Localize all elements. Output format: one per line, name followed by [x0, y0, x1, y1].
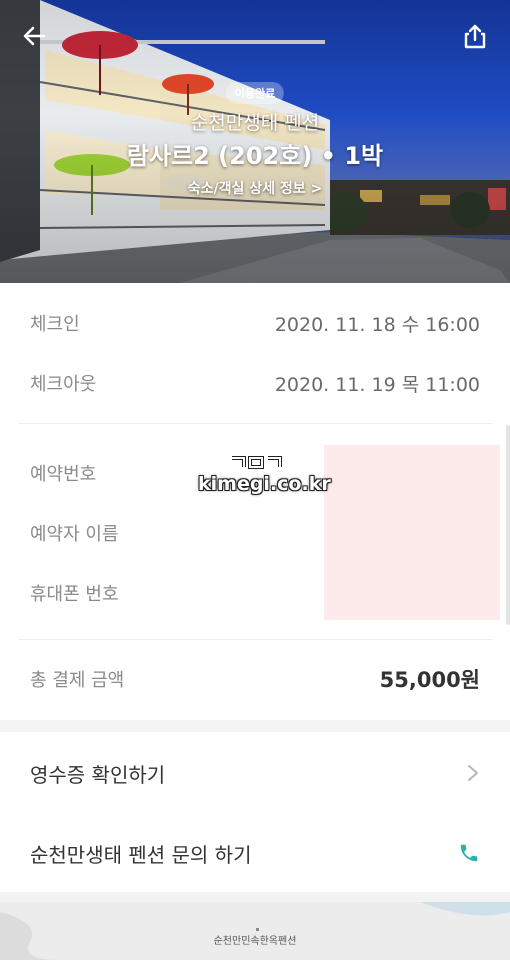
- reservation-number-label: 예약번호: [30, 464, 97, 485]
- status-badge: 이용완료: [225, 82, 285, 104]
- receipt-button[interactable]: 영수증 확인하기: [30, 748, 480, 798]
- arrow-left-icon: [23, 26, 46, 46]
- hero-header: 이용완료 순천만생태 펜션 람사르2 (202호) • 1박 숙소/객실 상세 …: [0, 0, 510, 283]
- map-canvas: [0, 902, 510, 960]
- back-button[interactable]: [18, 20, 52, 54]
- booking-info-card: 체크인 2020. 11. 18 수 16:00 체크아웃 2020. 11. …: [0, 283, 510, 720]
- location-map[interactable]: 순천만민속한옥펜션: [0, 902, 510, 960]
- total-payment-row: 총 결제 금액 55,000원: [30, 659, 480, 699]
- redacted-values: [324, 445, 500, 620]
- checkin-label: 체크인: [30, 314, 80, 335]
- inquiry-label: 순천만생태 펜션 문의 하기: [30, 842, 252, 867]
- room-name: 람사르2 (202호) • 1박: [126, 142, 384, 170]
- checkout-value: 2020. 11. 19 목 11:00: [274, 373, 480, 396]
- phone-icon: [460, 844, 478, 862]
- checkin-value: 2020. 11. 18 수 16:00: [274, 313, 480, 336]
- detail-info-link[interactable]: 숙소/객실 상세 정보 >: [0, 178, 510, 198]
- divider: [18, 423, 492, 424]
- phone-label: 휴대폰 번호: [30, 584, 119, 605]
- receipt-label: 영수증 확인하기: [30, 762, 166, 787]
- divider: [18, 639, 492, 640]
- watermark-logo: [232, 456, 282, 469]
- checkout-label: 체크아웃: [30, 374, 97, 395]
- watermark: kimegi.co.kr: [198, 455, 331, 495]
- share-button[interactable]: [458, 20, 492, 54]
- reservation-name-label: 예약자 이름: [30, 524, 119, 545]
- checkin-row: 체크인 2020. 11. 18 수 16:00: [30, 303, 480, 343]
- pension-name: 순천만생태 펜션: [190, 112, 320, 134]
- map-place-label: 순천만민속한옥펜션: [213, 936, 297, 947]
- share-icon: [464, 24, 486, 49]
- chevron-right-icon: [468, 765, 478, 781]
- action-card: 영수증 확인하기 순천만생태 펜션 문의 하기: [0, 732, 510, 892]
- inquiry-button[interactable]: 순천만생태 펜션 문의 하기: [30, 828, 480, 878]
- scroll-indicator[interactable]: [506, 425, 510, 625]
- checkout-row: 체크아웃 2020. 11. 19 목 11:00: [30, 363, 480, 403]
- total-payment-value: 55,000원: [379, 668, 480, 692]
- watermark-text: kimegi.co.kr: [198, 473, 331, 495]
- total-payment-label: 총 결제 금액: [30, 670, 125, 691]
